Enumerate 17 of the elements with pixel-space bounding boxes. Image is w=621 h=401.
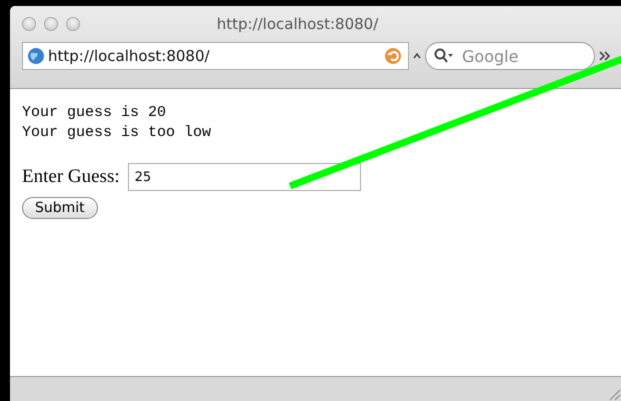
guess-field[interactable]: 25 [128, 163, 361, 191]
globe-icon [27, 47, 45, 65]
chevron-icon[interactable] [599, 51, 611, 61]
window-title: http://localhost:8080/ [216, 15, 380, 33]
reload-icon[interactable] [384, 47, 402, 65]
window-control-button[interactable] [44, 17, 58, 31]
caret-icon[interactable] [413, 52, 421, 60]
output-line: Your guess is 20 [22, 103, 168, 123]
submit-button[interactable]: Submit [22, 197, 98, 219]
window-control-button[interactable] [66, 17, 80, 31]
output-line: Your guess is too low [22, 123, 212, 143]
resize-grip-icon[interactable] [607, 387, 621, 401]
guess-label: Enter Guess: [22, 166, 120, 188]
search-box[interactable]: Google [425, 42, 595, 70]
address-bar[interactable]: http://localhost:8080/ [22, 42, 409, 70]
search-icon [434, 48, 454, 64]
window-control-button[interactable] [22, 17, 36, 31]
